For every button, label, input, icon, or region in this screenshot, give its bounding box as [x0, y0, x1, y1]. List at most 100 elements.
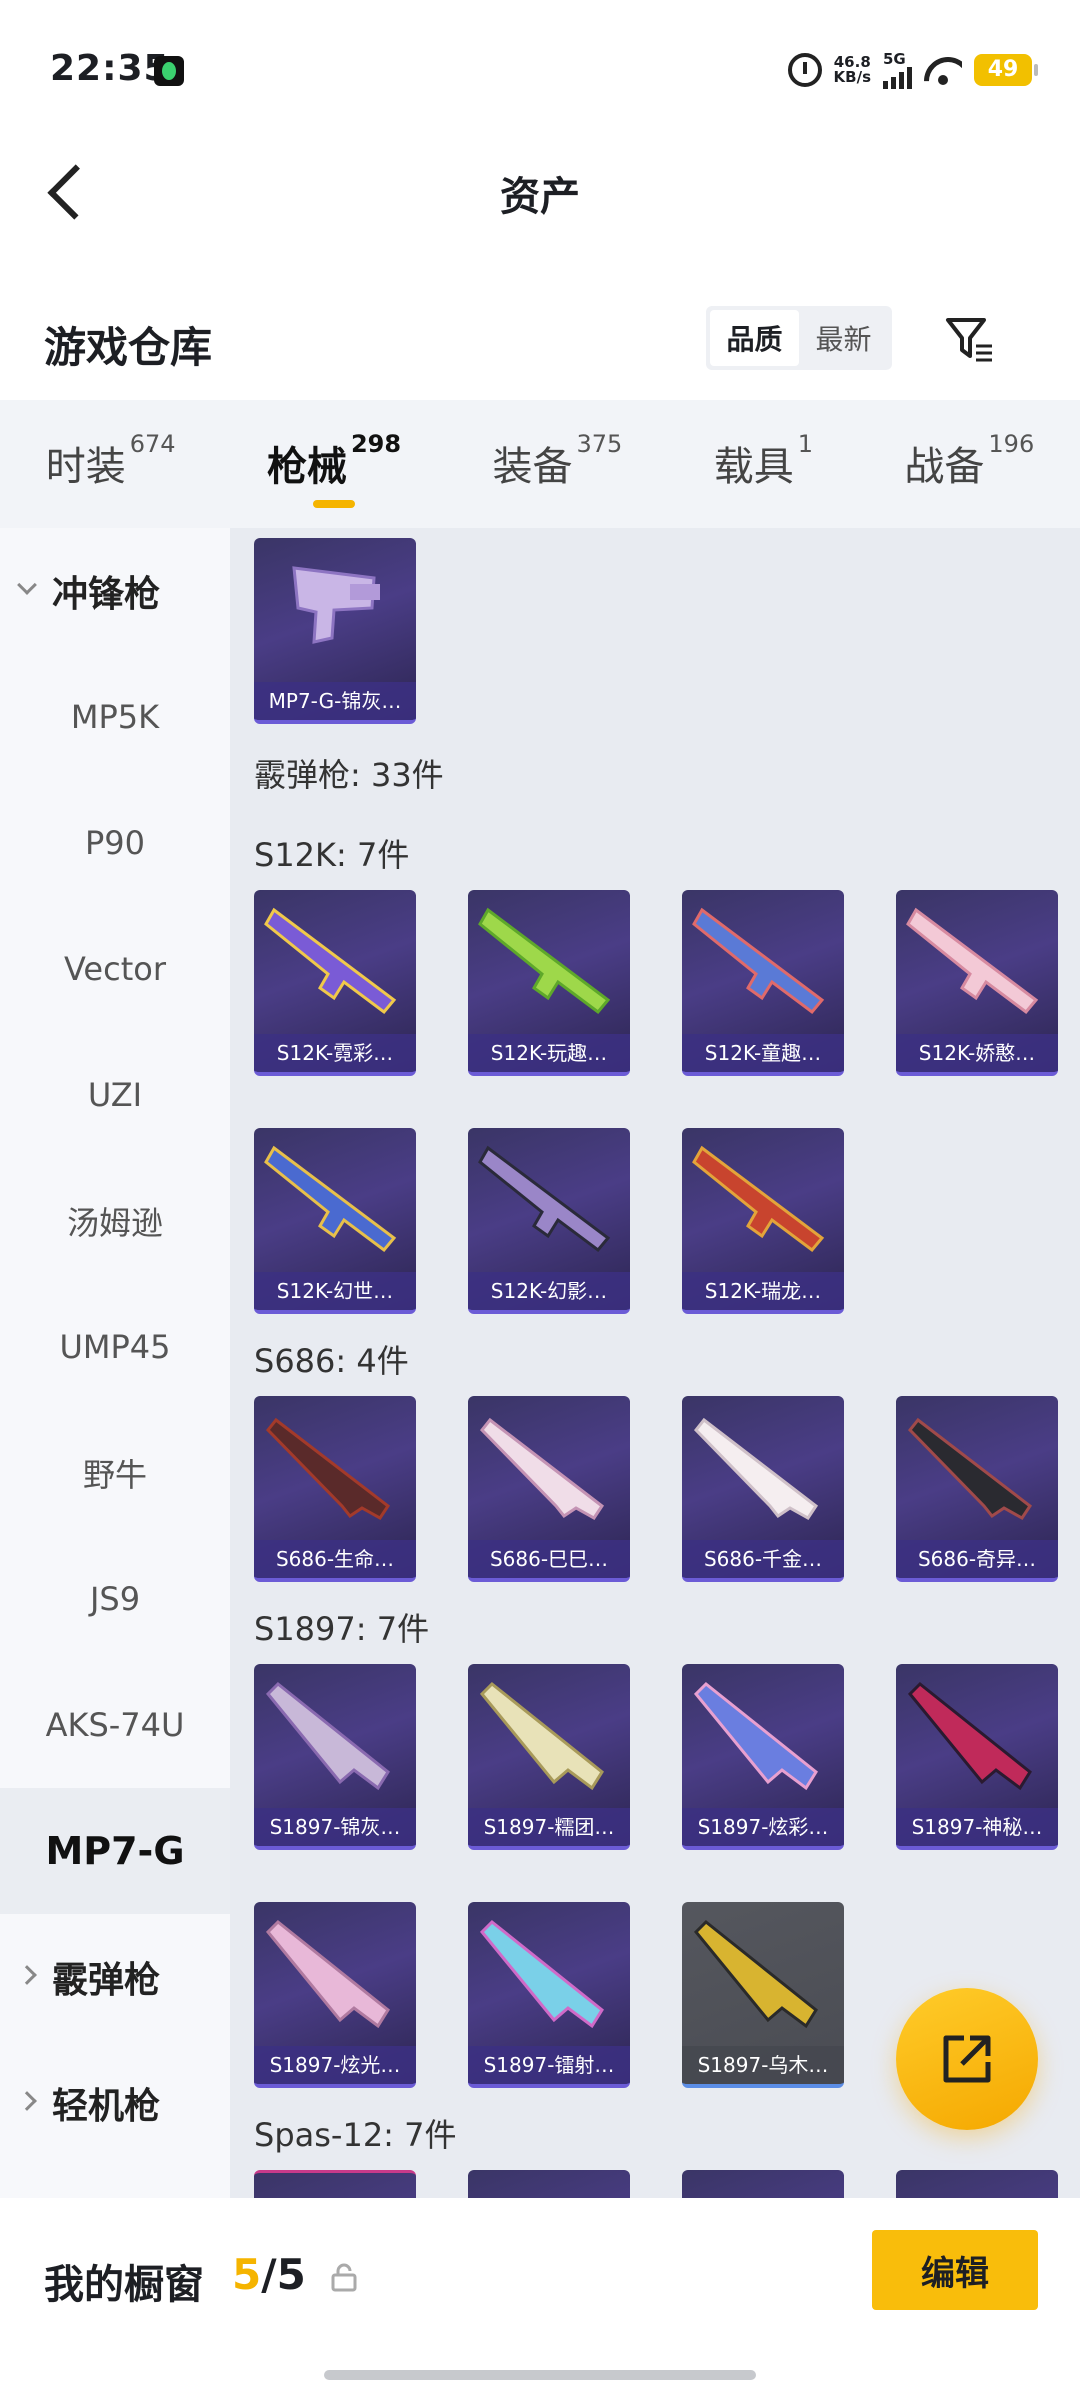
tab-count: 196 — [988, 430, 1035, 458]
sidebar-group-lmg[interactable]: 轻机枪 — [0, 2040, 230, 2166]
weapon-card[interactable]: S1897-炫彩… — [682, 1664, 844, 1850]
weapon-image — [692, 907, 825, 1015]
sort-newest[interactable]: 最新 — [799, 310, 888, 366]
nav-bar: 资产 — [0, 140, 1080, 270]
net-speed: 46.8 KB/s — [834, 55, 871, 85]
sidebar-group-smg[interactable]: 冲锋枪 — [0, 528, 230, 654]
sidebar-item-thompson[interactable]: 汤姆逊 — [0, 1158, 230, 1284]
net-speed-unit: KB/s — [833, 68, 871, 86]
weapon-image — [694, 1417, 819, 1520]
weapon-card[interactable]: S12K-瑞龙… — [682, 1128, 844, 1314]
weapon-card-label: S12K-玩趣… — [468, 1034, 630, 1072]
tab-equipment[interactable]: 装备 375 — [492, 430, 622, 492]
lock-icon — [331, 2263, 357, 2292]
status-bar: 22:35 46.8 KB/s 5G 49 — [0, 0, 1080, 140]
sidebar-group-label: 霰弹枪 — [52, 1960, 161, 2001]
weapon-card-label: S1897-锦灰… — [254, 1808, 416, 1846]
weapon-grid: MP7-G-锦灰… 霰弹枪: 33件 S12K: 7件 S12K-霓彩… S12… — [230, 528, 1080, 2198]
tab-fashion[interactable]: 时装 674 — [45, 430, 176, 492]
app-notification-icon — [154, 56, 184, 86]
filter-icon[interactable] — [944, 314, 996, 366]
weapon-card[interactable]: S1897-镭射… — [468, 1902, 630, 2088]
weapon-card[interactable]: S686-巳巳… — [468, 1396, 630, 1582]
weapon-card[interactable] — [682, 2170, 844, 2198]
sidebar-item-js9[interactable]: JS9 — [0, 1536, 230, 1662]
weapon-image — [480, 1417, 605, 1520]
weapon-card[interactable]: S12K-幻影… — [468, 1128, 630, 1314]
tab-vehicles[interactable]: 载具 1 — [713, 430, 813, 492]
alarm-icon — [787, 53, 822, 87]
cell-signal-icon: 5G — [883, 51, 912, 89]
sort-quality[interactable]: 品质 — [710, 310, 799, 366]
showcase-current: 5 — [232, 2250, 262, 2299]
weapon-card[interactable]: S1897-神秘… — [896, 1664, 1058, 1850]
page-title: 资产 — [500, 174, 580, 220]
tab-count: 1 — [797, 430, 813, 458]
weapon-card[interactable] — [254, 2170, 416, 2198]
weapon-card-label: S12K-霓彩… — [254, 1034, 416, 1072]
sidebar-item-mp5k[interactable]: MP5K — [0, 654, 230, 780]
sidebar-item-aks74u[interactable]: AKS-74U — [0, 1662, 230, 1788]
sidebar-item-bizon[interactable]: 野牛 — [0, 1410, 230, 1536]
weapon-card[interactable]: S12K-娇憨… — [896, 890, 1058, 1076]
sidebar-group-shotgun[interactable]: 霰弹枪 — [0, 1914, 230, 2040]
weapon-card-label: S686-奇异… — [896, 1540, 1058, 1578]
edit-button[interactable]: 编辑 — [872, 2230, 1038, 2310]
weapon-image — [478, 907, 611, 1015]
chevron-right-icon — [17, 2091, 37, 2111]
weapon-card[interactable]: S1897-锦灰… — [254, 1664, 416, 1850]
weapon-image — [908, 1417, 1033, 1520]
sidebar-item-uzi[interactable]: UZI — [0, 1032, 230, 1158]
weapon-card[interactable] — [468, 2170, 630, 2198]
tab-count: 298 — [350, 430, 402, 458]
sidebar-item-mp7g[interactable]: MP7-G — [0, 1788, 230, 1914]
weapon-card[interactable]: S686-生命… — [254, 1396, 416, 1582]
tab-label: 战备 — [904, 444, 985, 490]
section-header-s1897: S1897: 7件 — [254, 1610, 430, 1648]
weapon-card[interactable]: S12K-幻世… — [254, 1128, 416, 1314]
home-indicator[interactable] — [324, 2370, 756, 2380]
weapon-image — [907, 1681, 1032, 1791]
tab-count: 674 — [129, 430, 176, 458]
sidebar-item-ump45[interactable]: UMP45 — [0, 1284, 230, 1410]
weapon-card-label: S12K-娇憨… — [896, 1034, 1058, 1072]
weapon-card[interactable] — [896, 2170, 1058, 2198]
battery-icon: 49 — [974, 54, 1038, 86]
chevron-down-icon — [17, 575, 37, 595]
share-button[interactable] — [896, 1988, 1038, 2130]
weapon-card[interactable]: S686-奇异… — [896, 1396, 1058, 1582]
chevron-right-icon — [17, 1965, 37, 1985]
weapon-card[interactable]: S1897-糯团… — [468, 1664, 630, 1850]
weapon-card-label: S1897-乌木… — [682, 2046, 844, 2084]
tab-count: 375 — [576, 430, 623, 458]
showcase-count: 5/5 — [232, 2250, 306, 2299]
weapon-card[interactable]: S12K-童趣… — [682, 890, 844, 1076]
tab-label: 载具 — [713, 444, 794, 490]
sort-toggle: 品质 最新 — [706, 306, 892, 370]
showcase-total: /5 — [261, 2250, 306, 2299]
weapon-card[interactable]: S686-千金… — [682, 1396, 844, 1582]
sidebar-item-p90[interactable]: P90 — [0, 780, 230, 906]
weapon-card[interactable]: S12K-霓彩… — [254, 890, 416, 1076]
weapon-card[interactable]: S12K-玩趣… — [468, 890, 630, 1076]
weapon-card-label: S686-巳巳… — [468, 1540, 630, 1578]
section-header-s12k: S12K: 7件 — [254, 836, 410, 874]
status-time: 22:35 — [50, 48, 170, 89]
tab-label: 时装 — [45, 444, 126, 490]
section-header-shotgun: 霰弹枪: 33件 — [254, 756, 444, 794]
sidebar-item-vector[interactable]: Vector — [0, 906, 230, 1032]
weapon-card[interactable]: S1897-炫光… — [254, 1902, 416, 2088]
warehouse-title: 游戏仓库 — [44, 323, 213, 372]
tab-supplies[interactable]: 战备 196 — [904, 430, 1034, 492]
weapon-card-label: S686-生命… — [254, 1540, 416, 1578]
weapon-image — [692, 1145, 825, 1253]
weapon-image — [266, 1417, 391, 1520]
weapon-card-label: MP7-G-锦灰… — [254, 682, 416, 720]
tab-firearms[interactable]: 枪械 298 — [267, 430, 401, 508]
weapon-image — [265, 1919, 390, 2029]
weapon-card-label: S12K-幻影… — [468, 1272, 630, 1310]
share-icon — [943, 2035, 991, 2083]
weapon-card[interactable]: S1897-乌木… — [682, 1902, 844, 2088]
weapon-card[interactable]: MP7-G-锦灰… — [254, 538, 416, 724]
weapon-card-label: S1897-神秘… — [896, 1808, 1058, 1846]
